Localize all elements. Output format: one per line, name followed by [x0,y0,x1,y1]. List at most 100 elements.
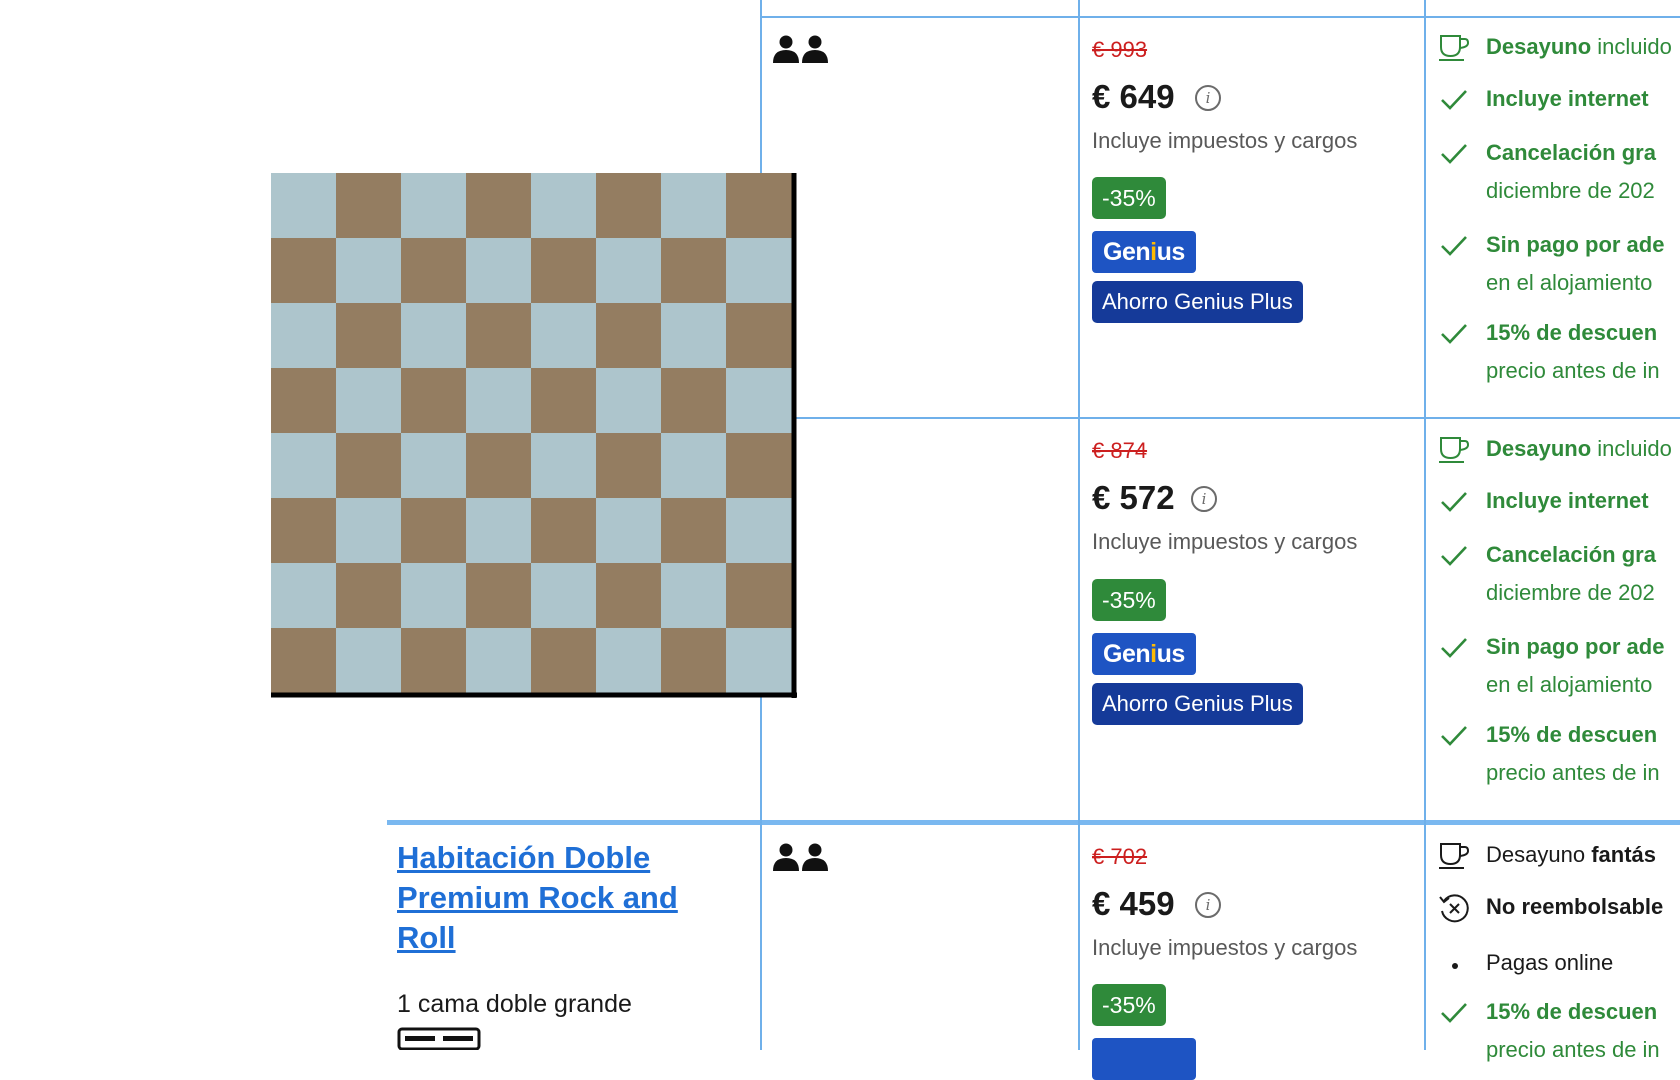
coffee-cup-icon [1439,843,1470,869]
feature-free-cancellation-detail: diciembre de 202 [1486,178,1655,203]
feature-non-refundable: No reembolsable [1486,894,1664,919]
board-square [336,303,402,369]
board-square [596,628,662,694]
two-person-icon [773,35,828,63]
board-square [466,368,532,434]
info-icon[interactable]: i [1191,486,1217,512]
feature-discount: 15% de descuen [1486,999,1658,1024]
board-square [336,238,402,304]
board-square [661,238,727,304]
coffee-cup-icon [1439,35,1470,61]
check-icon [1441,546,1467,566]
board-square [531,563,597,629]
board-square [726,563,792,629]
board-square [726,368,792,434]
feature-breakfast: Desayuno incluido [1486,436,1672,461]
no-refund-icon [1439,894,1469,923]
room-name-link[interactable]: Habitación Doble Premium Rock and Roll [397,838,727,958]
board-square [726,238,792,304]
feature-discount: 15% de descuen [1486,320,1658,345]
board-square [466,498,532,564]
board-square [726,303,792,369]
original-price: € 993 [1092,37,1148,62]
feature-free-cancellation: Cancelación gra [1486,140,1656,165]
board-square [336,498,402,564]
board-square [271,303,337,369]
board-square [531,368,597,434]
current-price: € 459 [1092,885,1175,922]
discount-badge: -35% [1092,984,1166,1026]
genius-badge: Genius [1092,633,1196,675]
board-square [661,498,727,564]
board-square [726,628,792,694]
col-divider-3 [1424,0,1426,1050]
board-square [661,173,727,239]
board-square [271,628,337,694]
board-square [336,628,402,694]
feature-breakfast: Desayuno fantás [1486,842,1656,867]
feature-discount-detail: precio antes de in [1486,760,1660,785]
board-square [596,173,662,239]
feature-internet: Incluye internet [1486,488,1649,513]
row-divider-1 [760,417,1680,419]
board-square [401,433,467,499]
board-square [661,368,727,434]
taxes-note: Incluye impuestos y cargos [1092,935,1358,960]
board-square [466,563,532,629]
board-square [466,433,532,499]
feature-discount-detail: precio antes de in [1486,358,1660,383]
feature-no-prepayment-detail: en el alojamiento [1486,270,1653,295]
board-square [596,563,662,629]
feature-breakfast: Desayuno incluido [1486,34,1672,59]
board-square [466,303,532,369]
taxes-note: Incluye impuestos y cargos [1092,529,1358,554]
board-square [596,238,662,304]
board-square [726,433,792,499]
board-square [401,563,467,629]
check-icon [1441,90,1467,110]
board-square [271,368,337,434]
info-icon[interactable]: i [1195,892,1221,918]
info-icon[interactable]: i [1195,85,1221,111]
bed-icon [397,1027,481,1050]
board-square [726,173,792,239]
board-square [596,433,662,499]
checkerboard-overlay-image [271,173,797,698]
board-square [401,628,467,694]
board-square [336,563,402,629]
col-divider-2 [1078,0,1080,1050]
board-square [401,303,467,369]
board-square [596,303,662,369]
check-icon [1441,638,1467,658]
bed-type: 1 cama doble grande [397,990,632,1018]
board-square [661,628,727,694]
board-square [401,368,467,434]
board-square [661,433,727,499]
current-price: € 649 [1092,78,1175,115]
feature-discount-detail: precio antes de in [1486,1037,1660,1062]
board-square [401,498,467,564]
check-icon [1441,144,1467,164]
check-icon [1441,324,1467,344]
original-price: € 702 [1092,844,1148,869]
genius-badge: Genius [1092,231,1196,273]
feature-free-cancellation: Cancelación gra [1486,542,1656,567]
discount-badge: -35% [1092,579,1166,621]
feature-discount: 15% de descuen [1486,722,1658,747]
board-square [661,303,727,369]
check-icon [1441,726,1467,746]
board-square [726,498,792,564]
bullet-icon [1452,963,1458,969]
board-square [401,173,467,239]
taxes-note: Incluye impuestos y cargos [1092,128,1358,153]
board-square [271,498,337,564]
feature-no-prepayment: Sin pago por ade [1486,232,1665,257]
board-square [271,563,337,629]
feature-no-prepayment: Sin pago por ade [1486,634,1665,659]
board-square [596,368,662,434]
genius-plus-badge: Ahorro Genius Plus [1092,281,1303,323]
check-icon [1441,492,1467,512]
coffee-cup-icon [1439,437,1470,463]
board-square [271,238,337,304]
board-square [531,628,597,694]
